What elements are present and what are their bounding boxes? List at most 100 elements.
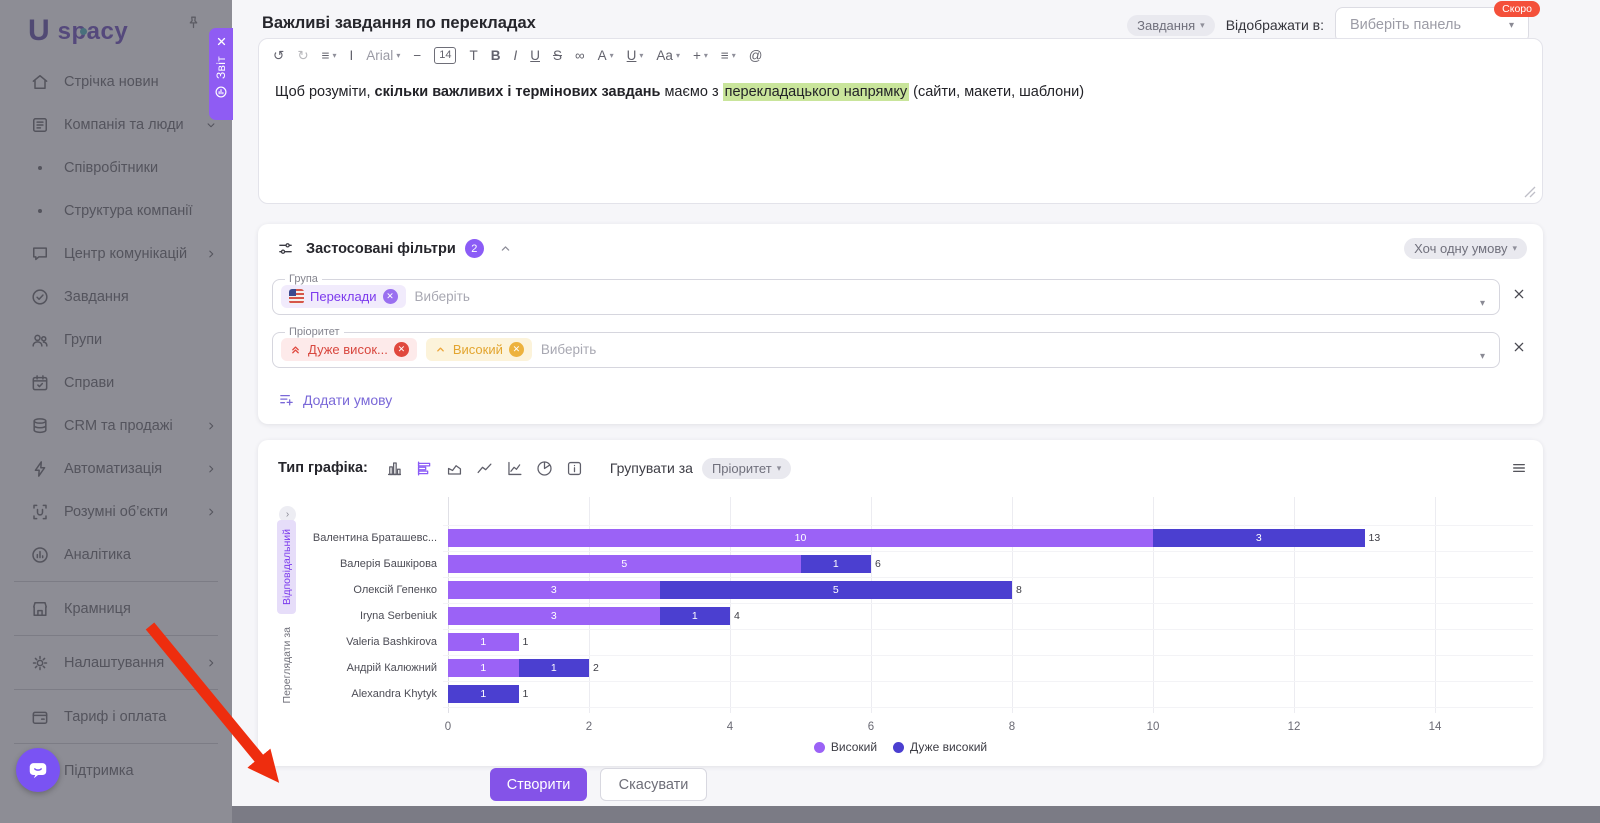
match-mode-chip[interactable]: Хоч одну умову ▾ [1404,238,1527,259]
wallet-icon [30,707,50,727]
clear-filter-icon[interactable] [1511,339,1528,356]
chevron-down-icon: ▾ [676,51,680,60]
bar-segment[interactable]: 1 [448,685,519,703]
create-button[interactable]: Створити [490,768,587,801]
bold-button[interactable]: B [491,48,501,63]
font-family-button[interactable]: Arial▾ [366,48,400,63]
filter-value-chip: Високий✕ [426,338,532,361]
bar-segment[interactable]: 3 [1153,529,1365,547]
clear-filter-icon[interactable] [1511,286,1528,303]
bar-segment[interactable]: 5 [448,555,801,573]
dropdown-caret-icon[interactable]: ▾ [1480,351,1485,362]
sidebar-item-2[interactable]: Співробітники [0,146,232,189]
undo-button[interactable]: ↺ [273,48,284,64]
add-condition-label: Додати умову [303,392,392,408]
bar-segment[interactable]: 5 [660,581,1013,599]
sidebar-item-9[interactable]: Автоматизація [0,447,232,490]
bar-segment[interactable]: 10 [448,529,1153,547]
report-tab[interactable]: Звіт [209,28,233,120]
remove-chip-icon[interactable]: ✕ [383,289,398,304]
legend-item: Дуже високий [893,740,987,754]
letter-case-button[interactable]: Aa▾ [656,48,680,63]
company-icon [30,115,50,135]
sidebar-item-3[interactable]: Структура компанії [0,189,232,232]
sidebar: U spacy Стрічка новинКомпанія та людиСпі… [0,0,232,823]
pin-icon[interactable] [185,14,202,31]
filter-field-label: Група [285,273,322,285]
font-size-decrease-button[interactable]: − [413,48,421,63]
sidebar-item-label: Крамниця [64,601,218,617]
mention-button[interactable]: @ [749,48,763,63]
entity-type-chip[interactable]: Завдання ▾ [1127,15,1215,36]
font-size-value-button[interactable]: 14 [434,47,456,64]
chart-card: Тип графіка: Групувати за Пріоритет ▾ › … [258,440,1543,766]
database-icon [30,416,50,436]
bar-segment[interactable]: 1 [448,633,519,651]
sidebar-item-5[interactable]: Завдання [0,275,232,318]
chip-label: Дуже висок... [308,342,388,357]
row-gridline [443,629,1533,630]
chevron-down-icon: ▾ [333,51,337,60]
sidebar-item-10[interactable]: Розумні об’єкти [0,490,232,533]
sidebar-item-0[interactable]: Стрічка новин [0,60,232,103]
sidebar-item-13[interactable]: Налаштування [0,641,232,684]
remove-chip-icon[interactable]: ✕ [509,342,524,357]
sidebar-item-11[interactable]: Аналітика [0,533,232,576]
analytics-icon [30,545,50,565]
bar-segment[interactable]: 3 [448,581,660,599]
sidebar-item-8[interactable]: CRM та продажі [0,404,232,447]
underline-button[interactable]: U [530,48,540,63]
sidebar-item-7[interactable]: Справи [0,361,232,404]
line-spacing-button[interactable]: ≡▾ [322,48,337,63]
sidebar-item-1[interactable]: Компанія та люди [0,103,232,146]
list-button[interactable]: ≡▾ [721,48,736,63]
sidebar-item-label: CRM та продажі [64,418,204,434]
description-editor: ↺↻≡▾IArial▾−14TBIUS∞A▾U▾Aa▾+▾≡▾@ Щоб роз… [258,38,1543,204]
highlight-color-button[interactable]: U▾ [627,48,644,63]
category-label: Олексій Гепенко [265,583,437,597]
sidebar-item-12[interactable]: Крамниця [0,587,232,630]
dropdown-caret-icon[interactable]: ▾ [1480,298,1485,309]
x-tick-label: 12 [1279,721,1309,733]
italic-button[interactable]: I [513,48,517,63]
font-color-button[interactable]: A▾ [598,48,614,63]
row-gridline [443,525,1533,526]
bar-segment[interactable]: 1 [660,607,731,625]
filter-value-chip: Переклади✕ [281,285,406,308]
insert-button[interactable]: +▾ [693,48,708,63]
logo-text: spacy [58,18,129,46]
app-logo[interactable]: U spacy [28,12,128,46]
sidebar-item-label: Завдання [64,289,218,305]
filter-field-0[interactable]: ГрупаПереклади✕Виберіть▾ [272,273,1500,315]
sidebar-item-6[interactable]: Групи [0,318,232,361]
link-button[interactable]: ∞ [575,48,585,63]
sidebar-divider [14,581,218,582]
chevron-up-icon[interactable] [498,241,513,256]
chevron-right-icon [204,656,218,670]
bar-segment[interactable]: 3 [448,607,660,625]
filter-field-1[interactable]: ПріоритетДуже висок...✕Високий✕Виберіть▾ [272,326,1500,368]
redo-button[interactable]: ↻ [297,48,308,64]
strikethrough-button[interactable]: S [553,48,562,63]
sidebar-divider [14,689,218,690]
chevron-right-icon [204,419,218,433]
add-condition-button[interactable]: Додати умову [278,391,392,408]
sidebar-item-14[interactable]: Тариф і оплата [0,695,232,738]
check-circle-icon [30,287,50,307]
support-chat-button[interactable] [16,748,60,792]
bar-segment[interactable]: 1 [801,555,872,573]
remove-chip-icon[interactable]: ✕ [394,342,409,357]
text-cursor-button[interactable]: I [350,48,354,63]
chevron-down-icon: ▾ [1509,20,1514,31]
bar-segment[interactable]: 1 [519,659,590,677]
editor-content[interactable]: Щоб розуміти, скільки важливих і терміно… [259,70,1542,180]
bar-segment[interactable]: 1 [448,659,519,677]
legend-dot [814,742,825,753]
text-style-button[interactable]: T [469,48,477,63]
cancel-button[interactable]: Скасувати [600,768,707,801]
sidebar-item-4[interactable]: Центр комунікацій [0,232,232,275]
close-icon[interactable] [215,35,228,48]
bar-total-label: 6 [875,555,881,573]
resize-handle[interactable] [1524,185,1536,197]
bar-total-label: 8 [1016,581,1022,599]
